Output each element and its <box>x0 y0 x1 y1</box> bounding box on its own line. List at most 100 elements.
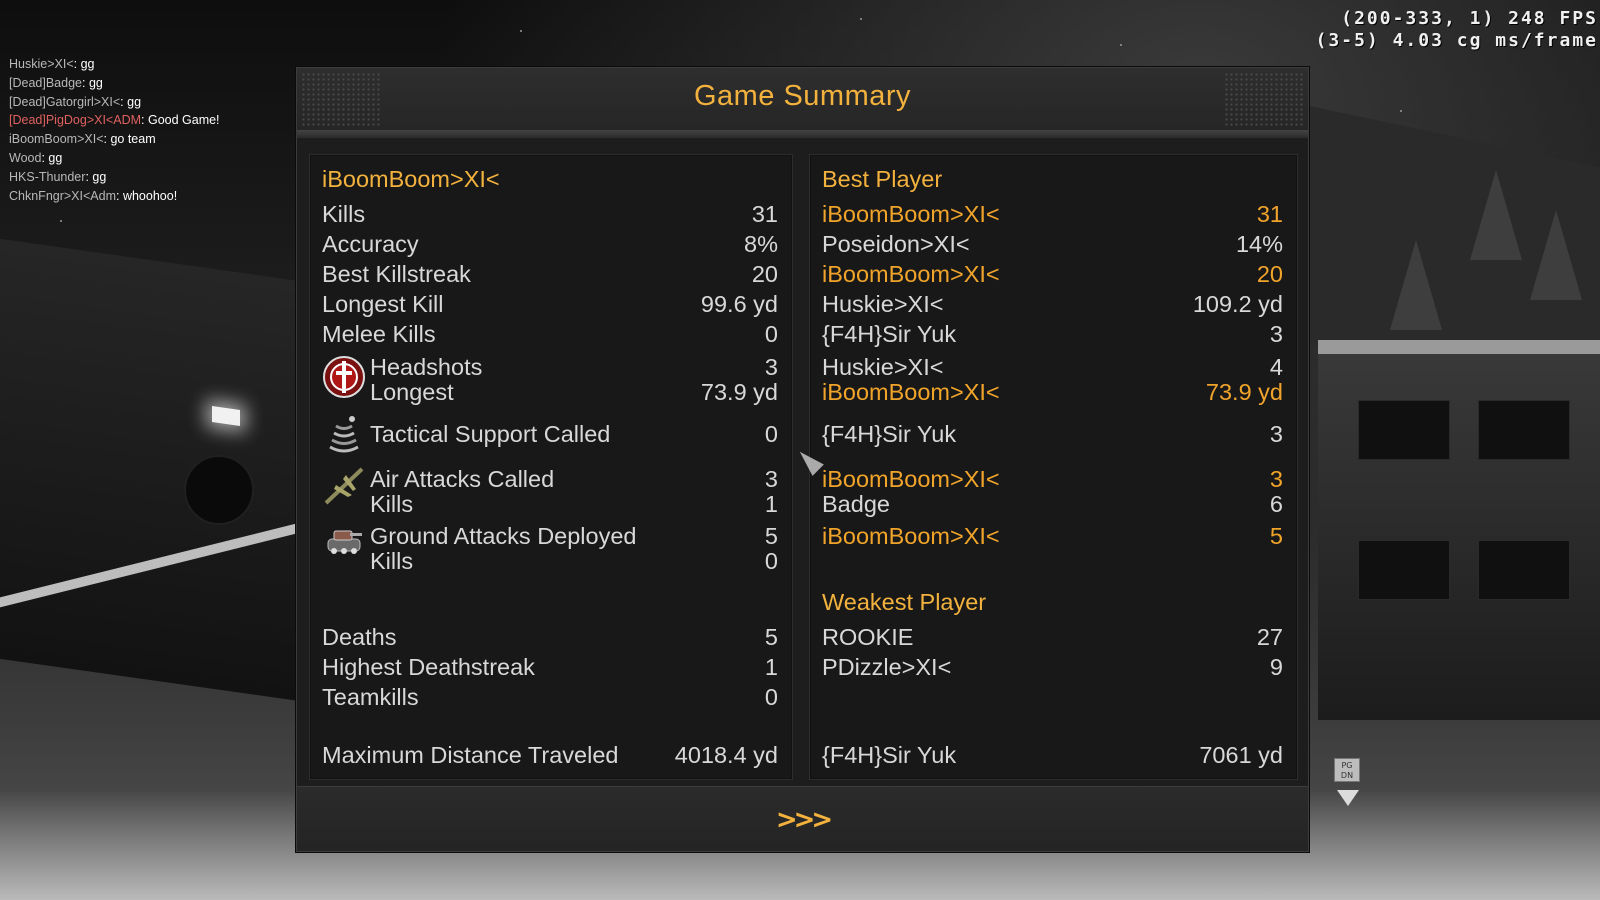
stat-row-air-kills: Kills 1 <box>322 490 778 518</box>
stat-value: 1 <box>764 491 778 517</box>
chat-line: [Dead]Gatorgirl>XI<: gg <box>9 93 220 112</box>
best-player-name: {F4H}Sir Yuk <box>822 742 957 768</box>
best-player-value: 3 <box>1269 321 1283 347</box>
chat-sender: HKS-Thunder <box>9 169 86 184</box>
best-row-longest-kill: Huskie>XI< 109.2 yd <box>822 290 1283 318</box>
star <box>1120 44 1122 46</box>
stat-value: 20 <box>751 261 778 287</box>
best-row-tactical: {F4H}Sir Yuk 3 <box>822 420 1283 448</box>
best-row-kills: iBoomBoom>XI< 31 <box>822 200 1283 228</box>
stat-row-max-distance: Maximum Distance Traveled 4018.4 yd <box>322 741 778 769</box>
best-player-name: iBoomBoom>XI< <box>822 201 1000 227</box>
stat-row-air-attacks: Air Attacks Called 3 <box>322 465 778 493</box>
star <box>60 220 62 222</box>
chat-message: go team <box>110 132 156 147</box>
chat-message: gg <box>92 169 107 184</box>
stat-value: 4018.4 yd <box>674 742 778 768</box>
building-window <box>1358 540 1450 600</box>
best-row-headshots-longest: iBoomBoom>XI< 73.9 yd <box>822 378 1283 406</box>
chat-message: Good Game! <box>147 113 220 128</box>
best-row-killstreak: iBoomBoom>XI< 20 <box>822 260 1283 288</box>
best-row-ground-attacks: iBoomBoom>XI< 5 <box>822 522 1283 550</box>
chat-separator: : <box>81 75 89 90</box>
chat-message: gg <box>80 57 95 71</box>
stat-label: Air Attacks Called <box>370 466 555 492</box>
stat-label: Best Killstreak <box>322 261 471 287</box>
left-bunker-wall <box>0 238 300 702</box>
panel-footer: >>> <box>297 786 1308 851</box>
chat-line: iBoomBoom>XI<: go team <box>9 130 220 149</box>
next-page-button[interactable]: >>> <box>776 805 833 835</box>
best-player-value: 6 <box>1269 491 1283 517</box>
best-player-value: 20 <box>1256 261 1283 287</box>
weakest-player-name: PDizzle>XI< <box>822 654 952 680</box>
best-row-headshots: Huskie>XI< 4 <box>822 353 1283 381</box>
stat-label: Melee Kills <box>322 321 436 347</box>
stat-value: 99.6 yd <box>700 291 778 317</box>
chat-separator: : <box>73 57 81 71</box>
stat-value: 0 <box>764 321 778 347</box>
best-player-name: Huskie>XI< <box>822 354 944 380</box>
stat-row-ground-attacks: Ground Attacks Deployed 5 <box>322 522 778 550</box>
best-player-name: iBoomBoom>XI< <box>822 379 1000 405</box>
pine-tree <box>1470 170 1522 260</box>
page-down-key-icon: PG DN <box>1334 758 1360 782</box>
stat-label: Ground Attacks Deployed <box>370 523 637 549</box>
chat-sender: [Dead]PigDog>XI<ADM <box>9 113 142 128</box>
stat-label: Maximum Distance Traveled <box>322 742 619 768</box>
best-player-value: 4 <box>1269 354 1283 380</box>
best-player-column: Best Player iBoomBoom>XI< 31 Poseidon>XI… <box>809 154 1298 780</box>
chat-message: whoohoo! <box>122 188 178 203</box>
chat-separator: : <box>141 113 148 128</box>
chat-sender: Huskie>XI< <box>9 57 74 71</box>
stat-value: 3 <box>764 354 778 380</box>
weakest-player-name: ROOKIE <box>822 624 914 650</box>
weakest-player-value: 27 <box>1256 624 1283 650</box>
best-player-value: 31 <box>1256 201 1283 227</box>
chat-message: gg <box>48 150 63 165</box>
stat-label: Kills <box>370 548 414 574</box>
building-roof <box>1318 340 1600 354</box>
building-window <box>1358 400 1450 460</box>
stat-value: 0 <box>764 421 778 447</box>
stat-label: Tactical Support Called <box>370 421 611 447</box>
best-player-name: iBoomBoom>XI< <box>822 261 1000 287</box>
stat-label: Kills <box>370 491 414 517</box>
stat-value: 0 <box>764 684 778 710</box>
chat-line: [Dead]PigDog>XI<ADM: Good Game! <box>9 111 220 130</box>
best-player-name: Poseidon>XI< <box>822 231 970 257</box>
best-player-value: 7061 yd <box>1199 742 1283 768</box>
fps-line-1: (200-333, 1) 248 FPS <box>1341 8 1598 29</box>
star <box>520 30 522 32</box>
barrel <box>184 455 254 525</box>
chat-message: gg <box>88 75 103 90</box>
best-player-value: 109.2 yd <box>1192 291 1283 317</box>
best-row-accuracy: Poseidon>XI< 14% <box>822 230 1283 258</box>
building-window <box>1478 400 1570 460</box>
best-player-name: {F4H}Sir Yuk <box>822 321 957 347</box>
best-player-name: Badge <box>822 491 890 517</box>
best-row-air-attacks: iBoomBoom>XI< 3 <box>822 465 1283 493</box>
pine-tree <box>1390 240 1442 330</box>
best-player-name: {F4H}Sir Yuk <box>822 421 957 447</box>
player-name-row: iBoomBoom>XI< <box>322 165 778 193</box>
weakest-row-deaths: ROOKIE 27 <box>822 623 1283 651</box>
chat-message: gg <box>127 94 142 109</box>
stat-value: 0 <box>764 548 778 574</box>
chat-log: Huskie>XI<: gg [Dead]Badge: gg [Dead]Gator… <box>9 55 220 205</box>
fps-counter: (200-333, 1) 248 FPS (3-5) 4.03 cg ms/fr… <box>1316 8 1598 52</box>
chat-separator: : <box>116 188 123 203</box>
chat-sender: iBoomBoom>XI< <box>9 132 104 147</box>
chat-sender: Wood <box>9 150 42 165</box>
best-player-name: iBoomBoom>XI< <box>822 523 1000 549</box>
stat-row-ground-kills: Kills 0 <box>322 547 778 575</box>
stat-row-best-killstreak: Best Killstreak 20 <box>322 260 778 288</box>
pgdn-label: DN <box>1340 771 1354 780</box>
stat-value: 31 <box>751 201 778 227</box>
stat-row-teamkills: Teamkills 0 <box>322 683 778 711</box>
stat-row-accuracy: Accuracy 8% <box>322 230 778 258</box>
player-name: iBoomBoom>XI< <box>322 166 500 192</box>
personal-stats-column: iBoomBoom>XI< Kills 31 Accuracy 8% Best … <box>309 154 793 780</box>
best-player-value: 14% <box>1235 231 1283 257</box>
down-arrow-icon <box>1337 790 1359 806</box>
